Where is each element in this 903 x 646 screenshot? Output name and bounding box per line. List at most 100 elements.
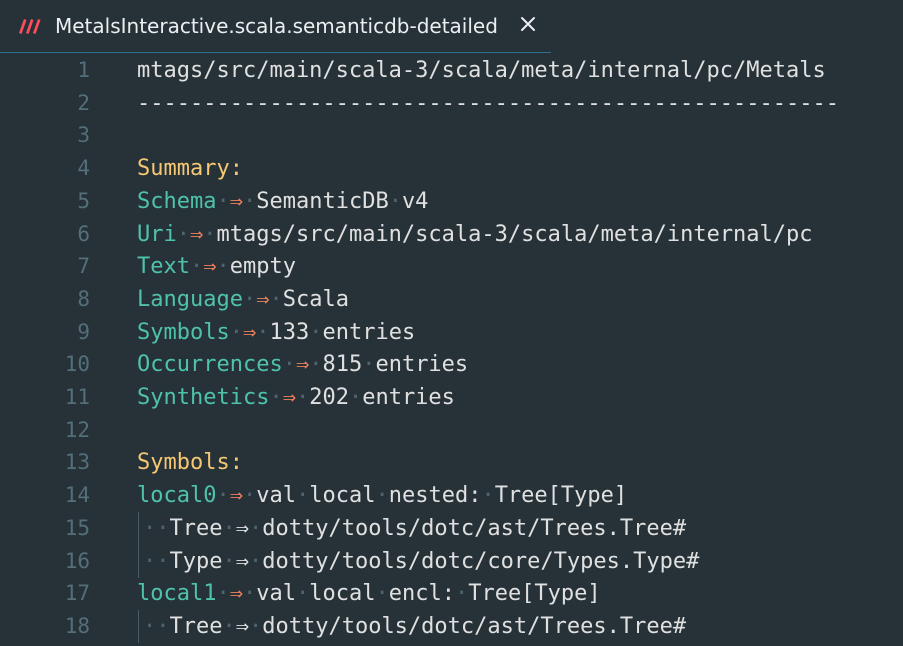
code-line: 1 mtags/src/main/scala-3/scala/meta/inter…: [0, 54, 903, 87]
code-line: 3: [0, 119, 903, 152]
whitespace-marker: ·: [176, 221, 190, 247]
section-heading: Summary:: [137, 156, 243, 182]
whitespace-marker: ·: [282, 352, 296, 378]
line-number: 12: [64, 417, 90, 442]
value-token: 815: [322, 352, 363, 378]
field-key: local1: [137, 581, 217, 607]
whitespace-marker: ··: [143, 548, 170, 574]
whitespace-marker: ·: [242, 188, 257, 214]
field-key: Symbols: [137, 319, 230, 345]
value-token: encl:: [388, 581, 455, 607]
arrow-icon: ⇒: [295, 352, 310, 378]
arrow-icon: ⇒: [235, 613, 249, 639]
field-key: Schema: [137, 188, 217, 214]
line-number: 10: [64, 352, 90, 377]
whitespace-marker: ·: [309, 352, 323, 378]
line-number: 13: [64, 450, 90, 475]
whitespace-marker: ·: [375, 483, 389, 509]
value-token: v4: [401, 188, 429, 214]
value-token: dotty/tools/dotc/ast/Trees.Tree#: [262, 515, 687, 541]
editor-window: MetalsInteractive.scala.semanticdb-detai…: [0, 0, 903, 646]
line-content: Schema·⇒·SemanticDB·v4: [137, 185, 428, 218]
code-line: 12: [0, 414, 903, 447]
value-token: 202: [309, 385, 349, 410]
whitespace-marker: ·: [242, 581, 257, 607]
value-token: 133: [269, 319, 310, 345]
whitespace-marker: ·: [454, 581, 469, 607]
indent-guide: [138, 511, 139, 545]
code-line: 7 Text·⇒·empty: [0, 250, 903, 283]
type-name: Tree: [169, 515, 223, 541]
line-number: 4: [77, 156, 90, 181]
type-name: Type: [169, 548, 223, 574]
section-heading: Symbols:: [137, 450, 243, 476]
value-token: entries: [322, 319, 416, 345]
line-number: 7: [77, 254, 90, 279]
line-content: ··Tree·⇒·dotty/tools/dotc/ast/Trees.Tree…: [143, 512, 686, 545]
tab-bar: MetalsInteractive.scala.semanticdb-detai…: [0, 0, 903, 53]
value-token: val: [256, 581, 296, 607]
arrow-icon: ⇒: [235, 548, 249, 574]
field-key: Text: [137, 254, 190, 280]
value-token: local: [309, 581, 376, 607]
metals-logo-icon: [19, 19, 41, 34]
line-number: 8: [77, 286, 90, 311]
arrow-icon: ⇒: [235, 515, 249, 541]
arrow-icon: ⇒: [190, 221, 204, 247]
type-name: Tree: [169, 613, 223, 639]
line-content: Text·⇒·empty: [137, 250, 296, 283]
value-token: mtags/src/main/scala-3/scala/meta/intern…: [216, 221, 813, 247]
indent-guide: [138, 544, 139, 578]
value-token: Tree[Type]: [494, 483, 628, 509]
arrow-icon: ⇒: [229, 188, 243, 214]
code-line: 10 Occurrences·⇒·815·entries: [0, 348, 903, 381]
tab-title: MetalsInteractive.scala.semanticdb-detai…: [55, 14, 498, 38]
value-token: SemanticDB: [256, 188, 389, 214]
line-content: ··Type·⇒·dotty/tools/dotc/core/Types.Typ…: [143, 545, 699, 578]
whitespace-marker: ·: [309, 319, 323, 345]
line-content: ----------------------------------------…: [137, 87, 839, 120]
close-icon[interactable]: [517, 13, 539, 35]
whitespace-marker: ·: [295, 385, 310, 410]
whitespace-marker: ·: [242, 483, 257, 509]
line-number: 15: [64, 515, 90, 540]
code-line: 13 Symbols:: [0, 446, 903, 479]
line-number: 5: [77, 188, 90, 213]
field-key: local0: [137, 483, 217, 509]
whitespace-marker: ··: [143, 613, 170, 639]
line-number: 1: [77, 58, 90, 82]
code-line: 9 Symbols·⇒·133·entries: [0, 316, 903, 349]
whitespace-marker: ·: [203, 221, 217, 247]
line-number: 3: [77, 123, 90, 148]
line-number: 18: [64, 613, 90, 638]
line-text: ----------------------------------------…: [137, 90, 839, 116]
whitespace-marker: ·: [216, 188, 230, 214]
line-number: 9: [77, 319, 90, 344]
whitespace-marker: ·: [388, 188, 402, 214]
line-number: 16: [64, 548, 90, 573]
arrow-icon: ⇒: [203, 254, 217, 280]
code-editor[interactable]: 1 mtags/src/main/scala-3/scala/meta/inter…: [0, 54, 903, 646]
line-content: Occurrences·⇒·815·entries: [137, 348, 468, 381]
whitespace-marker: ·: [269, 385, 283, 410]
line-content: mtags/src/main/scala-3/scala/meta/intern…: [137, 54, 826, 87]
value-token: local: [309, 483, 376, 509]
code-line: 14 local0·⇒·val·local·nested:·Tree[Type]: [0, 479, 903, 512]
indent-guide: [138, 609, 139, 643]
whitespace-marker: ·: [362, 352, 376, 378]
line-content: ··Tree·⇒·dotty/tools/dotc/ast/Trees.Tree…: [143, 610, 686, 643]
arrow-icon: ⇒: [229, 581, 243, 607]
tab-semanticdb-file[interactable]: MetalsInteractive.scala.semanticdb-detai…: [0, 0, 551, 53]
whitespace-marker: ·: [256, 319, 270, 345]
whitespace-marker: ·: [229, 319, 243, 345]
whitespace-marker: ·: [295, 483, 310, 509]
line-content: Uri·⇒·mtags/src/main/scala-3/scala/meta/…: [137, 218, 813, 251]
whitespace-marker: ·: [216, 483, 230, 509]
whitespace-marker: ·: [242, 286, 257, 312]
line-number: 14: [64, 483, 90, 508]
arrow-icon: ⇒: [229, 483, 243, 509]
whitespace-marker: ·: [248, 613, 263, 639]
line-content: Synthetics·⇒·202·entries: [137, 381, 455, 414]
code-line: 16 ··Type·⇒·dotty/tools/dotc/core/Types.T…: [0, 544, 903, 578]
line-content: local1·⇒·val·local·encl:·Tree[Type]: [137, 577, 601, 610]
